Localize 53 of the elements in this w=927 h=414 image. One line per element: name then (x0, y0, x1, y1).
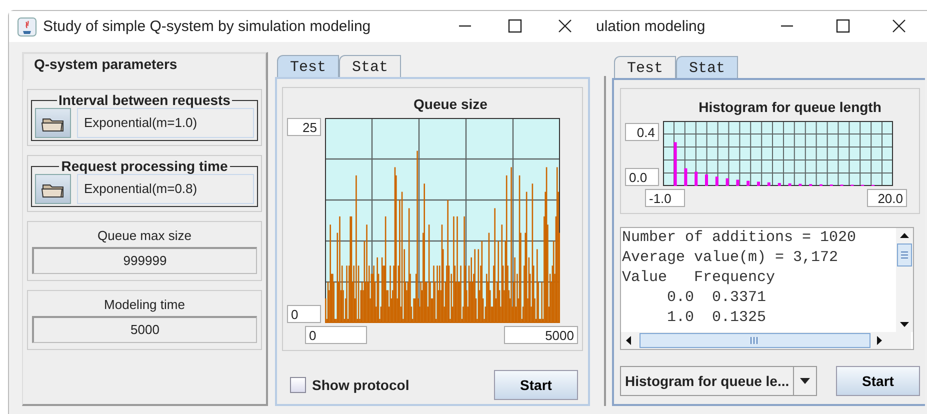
output-line: Value Frequency (622, 268, 776, 288)
histogram-bar (715, 176, 718, 186)
field-label: Queue max size (96, 228, 192, 243)
output-line: 1.0 0.1325 (666, 308, 768, 328)
group-title: Request processing time (60, 158, 229, 174)
x-max-field[interactable]: 5000 (504, 326, 578, 344)
histogram-bar (746, 180, 750, 186)
caret-icon (799, 377, 812, 385)
input-field[interactable]: 5000 (32, 316, 257, 343)
show-protocol-checkbox[interactable]: Show protocol (290, 377, 410, 393)
tab[interactable]: Stat (339, 55, 402, 77)
distribution-field[interactable]: Exponential(m=0.8) (77, 174, 254, 204)
vertical-scrollbar[interactable] (896, 228, 913, 332)
app-icon (17, 16, 37, 36)
output-line: Average value(m) = 3,172 (622, 248, 840, 268)
y-max-field[interactable]: 0.4 (625, 123, 659, 141)
group-title: Interval between requests (58, 92, 232, 108)
x-min-field[interactable]: -1.0 (645, 189, 685, 207)
histogram-bar (674, 142, 677, 186)
y-min-field[interactable]: 0 (287, 305, 321, 323)
y-max-field[interactable]: 25 (287, 118, 321, 136)
histogram-bar (778, 183, 781, 186)
chart-title: Queue size (412, 95, 488, 114)
chart-title: Histogram for queue length (698, 98, 882, 117)
start-button[interactable]: Start (836, 366, 920, 396)
open-button[interactable] (35, 108, 71, 138)
input-field[interactable]: 999999 (32, 247, 257, 274)
tab[interactable]: Stat (676, 56, 738, 78)
horizontal-scrollbar[interactable] (621, 332, 911, 349)
histogram-bar (694, 172, 698, 186)
window-title: ulation modeling (596, 18, 706, 35)
histogram-bar (726, 178, 729, 186)
window-title: Study of simple Q-system by simulation modeling (43, 18, 371, 35)
histogram-bar (757, 182, 760, 186)
field-label: Modeling time (103, 297, 186, 312)
distribution-field[interactable]: Exponential(m=1.0) (77, 108, 254, 138)
tab[interactable]: Test (277, 55, 340, 77)
histogram-bar (736, 180, 740, 186)
panel-title: Q-system parameters (23, 53, 266, 80)
x-max-field[interactable]: 20.0 (867, 189, 907, 207)
tab[interactable]: Test (614, 56, 676, 78)
open-button[interactable] (35, 174, 71, 204)
output-line: 0.0 0.3371 (666, 288, 768, 308)
histogram-bar (684, 168, 688, 186)
histogram-bar (705, 174, 708, 186)
y-min-field[interactable]: 0.0 (625, 168, 659, 186)
start-button[interactable]: Start (494, 370, 578, 400)
histogram-bar (798, 184, 802, 186)
x-min-field[interactable]: 0 (305, 326, 367, 344)
histogram-bar (767, 182, 770, 186)
output-line: Number of additions = 1020 (622, 228, 858, 248)
histogram-bar (788, 183, 792, 186)
plot-selector-dropdown[interactable]: Histogram for queue le... (620, 366, 818, 396)
